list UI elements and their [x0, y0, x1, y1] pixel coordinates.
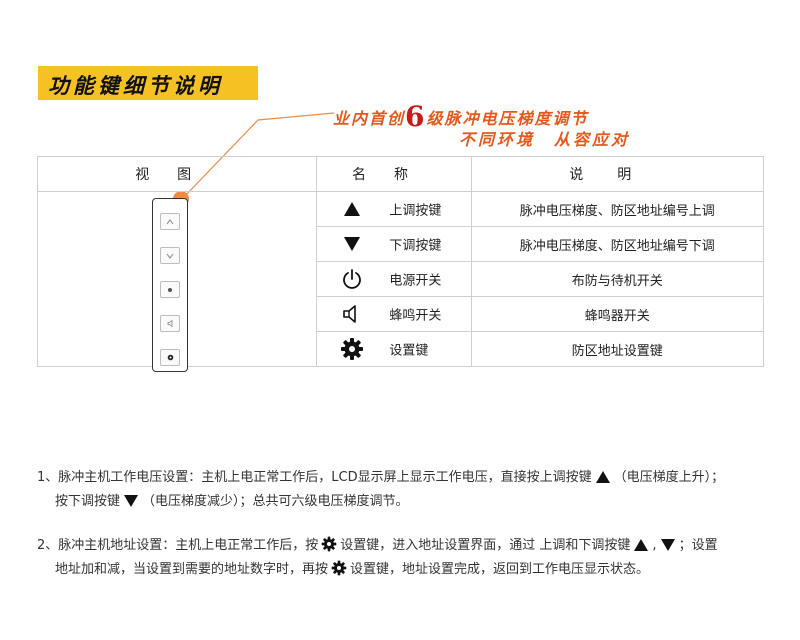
gear-icon — [331, 560, 347, 585]
table-row: 上调按键 脉冲电压梯度、防区地址编号上调 — [36, 191, 765, 372]
name-label: 电源开关 — [389, 273, 442, 289]
note-text: 2、脉冲主机地址设置：主机上电正常工作后，按 — [37, 538, 319, 553]
note-text: ；设置 — [678, 538, 718, 553]
desc-cell: 防区地址设置键 — [470, 331, 765, 367]
note-2-line-2: 地址加和减，当设置到需要的地址数字时，再按 设置键，地址设置完成，返回到工作电压显… — [55, 558, 649, 585]
device-panel-illustration — [152, 198, 188, 372]
note-1-line-1: 1、脉冲主机工作电压设置：主机上电正常工作后，LCD显示屏上显示工作电压，直接按… — [37, 466, 724, 493]
name-cell: 蜂鸣开关 — [316, 296, 472, 332]
note-2-line-1: 2、脉冲主机地址设置：主机上电正常工作后，按 设置键，进入地址设置界面，通过 上调… — [37, 534, 718, 561]
triangle-down-icon — [123, 493, 139, 517]
panel-down-button-icon — [160, 247, 180, 264]
note-text: （电压梯度减少）；总共可六级电压梯度调节。 — [142, 494, 409, 509]
header-desc: 说明 — [470, 156, 765, 192]
section-title-box: 功能键细节说明 — [38, 66, 258, 100]
name-label: 设置键 — [389, 343, 429, 359]
panel-gear-button-icon — [160, 349, 180, 366]
triangle-up-icon — [339, 196, 365, 222]
name-label: 下调按键 — [389, 238, 442, 254]
triangle-down-icon — [339, 231, 365, 257]
name-cell: 下调按键 — [316, 226, 472, 262]
table-header-row: 视图 名称 说明 — [36, 156, 765, 192]
section-title: 功能键细节说明 — [48, 73, 223, 98]
panel-power-button-icon — [160, 281, 180, 298]
triangle-up-icon — [595, 469, 611, 493]
desc-cell: 脉冲电压梯度、防区地址编号上调 — [470, 191, 765, 227]
promo-text-a: 业内首创 — [333, 109, 406, 128]
function-key-table: 视图 名称 说明 上调按键 脉冲电压梯度、防区地址编号上调 下调按键 脉冲电压梯… — [36, 156, 765, 372]
note-text: 按下调按键 — [55, 494, 121, 509]
triangle-down-icon — [660, 537, 676, 561]
note-text: 地址加和减，当设置到需要的地址数字时，再按 — [55, 562, 329, 577]
panel-speaker-button-icon — [160, 315, 180, 332]
name-cell: 电源开关 — [316, 261, 472, 297]
name-label: 蜂鸣开关 — [389, 308, 442, 324]
name-label: 上调按键 — [389, 203, 442, 219]
header-view: 视图 — [36, 156, 318, 192]
note-text: 1、脉冲主机工作电压设置：主机上电正常工作后，LCD显示屏上显示工作电压，直接按… — [37, 470, 592, 485]
name-cell: 上调按键 — [316, 191, 472, 227]
note-text: , — [652, 538, 657, 553]
desc-cell: 蜂鸣器开关 — [470, 296, 765, 332]
panel-up-button-icon — [160, 213, 180, 230]
header-name: 名称 — [316, 156, 472, 192]
speaker-icon — [339, 301, 365, 327]
name-cell: 设置键 — [316, 331, 472, 367]
desc-cell: 布防与待机开关 — [470, 261, 765, 297]
power-icon — [339, 266, 365, 292]
promo-number: 6 — [405, 100, 427, 133]
note-text: 设置键，地址设置完成，返回到工作电压显示状态。 — [350, 562, 650, 577]
desc-cell: 脉冲电压梯度、防区地址编号下调 — [470, 226, 765, 262]
note-text: 设置键，进入地址设置界面，通过 上调和下调按键 — [340, 538, 631, 553]
promo-line-2: 不同环境 从容应对 — [459, 130, 631, 149]
gear-icon — [339, 336, 365, 362]
note-1-line-2: 按下调按键 （电压梯度减少）；总共可六级电压梯度调节。 — [55, 490, 409, 517]
note-text: （电压梯度上升）； — [613, 470, 725, 485]
view-cell — [36, 191, 318, 372]
